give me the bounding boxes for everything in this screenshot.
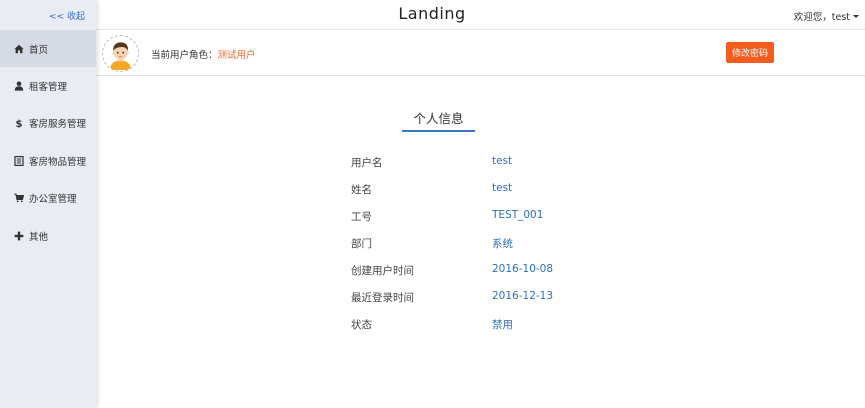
info-value: 系统 [492, 238, 513, 250]
sidebar: << 收起 首页 租客管理 $ 客房服务管理 客房物品管理 办公室管理 其他 [0, 0, 96, 408]
role-label: 当前用户角色： [151, 50, 218, 61]
user-icon [14, 81, 24, 91]
info-value: 禁用 [492, 319, 513, 331]
welcome-text: 欢迎您，test [793, 12, 850, 23]
avatar [102, 35, 139, 72]
collapse-sidebar-link[interactable]: << 收起 [49, 9, 85, 22]
sidebar-nav: 首页 租客管理 $ 客房服务管理 客房物品管理 办公室管理 其他 [0, 30, 96, 254]
avatar-face-icon [105, 38, 136, 70]
user-menu[interactable]: 欢迎您，test [794, 9, 859, 23]
sidebar-item-label: 客房物品管理 [29, 156, 87, 168]
app: << 收起 首页 租客管理 $ 客房服务管理 客房物品管理 办公室管理 其他 L… [0, 0, 865, 408]
collapse-label: << 收起 [49, 12, 85, 22]
info-value: TEST_001 [492, 209, 544, 221]
info-label: 创建用户时间 [351, 265, 414, 277]
info-value: 2016-10-08 [492, 263, 554, 275]
info-value: test [492, 155, 513, 167]
sidebar-item-label: 客房服务管理 [29, 119, 87, 131]
info-label: 部门 [351, 238, 372, 250]
info-label: 工号 [351, 211, 372, 223]
info-label: 状态 [351, 319, 372, 331]
svg-text:$: $ [16, 119, 23, 128]
cart-icon [14, 193, 24, 203]
sidebar-item-label: 其他 [29, 231, 49, 243]
sidebar-item-label: 办公室管理 [29, 194, 77, 206]
role-value: 测试用户 [217, 50, 256, 61]
sidebar-item-office[interactable]: 办公室管理 [0, 180, 96, 217]
info-label: 最近登录时间 [351, 292, 414, 304]
role-bar: 当前用户角色：测试用户 修改密码 [96, 30, 865, 76]
info-value: test [492, 182, 513, 194]
change-password-button[interactable]: 修改密码 [726, 42, 774, 63]
brand-title: Landing [398, 4, 466, 23]
profile-title: 个人信息 [402, 108, 475, 132]
sidebar-item-label: 首页 [29, 44, 49, 56]
dollar-icon: $ [14, 118, 24, 128]
sidebar-item-room-service[interactable]: $ 客房服务管理 [0, 105, 96, 142]
role-info: 当前用户角色：测试用户 [151, 47, 256, 61]
sidebar-item-label: 租客管理 [29, 82, 68, 94]
info-label: 用户名 [351, 157, 383, 169]
plus-icon [14, 231, 24, 241]
info-value: 2016-12-13 [492, 290, 554, 302]
sidebar-item-tenants[interactable]: 租客管理 [0, 67, 96, 104]
sidebar-item-other[interactable]: 其他 [0, 217, 96, 254]
caret-down-icon [853, 14, 859, 18]
top-bar: Landing 欢迎您，test [96, 0, 865, 30]
sidebar-item-room-items[interactable]: 客房物品管理 [0, 142, 96, 179]
home-icon [14, 44, 24, 54]
info-label: 姓名 [351, 184, 372, 196]
list-icon [14, 155, 24, 166]
sidebar-item-home[interactable]: 首页 [0, 30, 96, 68]
